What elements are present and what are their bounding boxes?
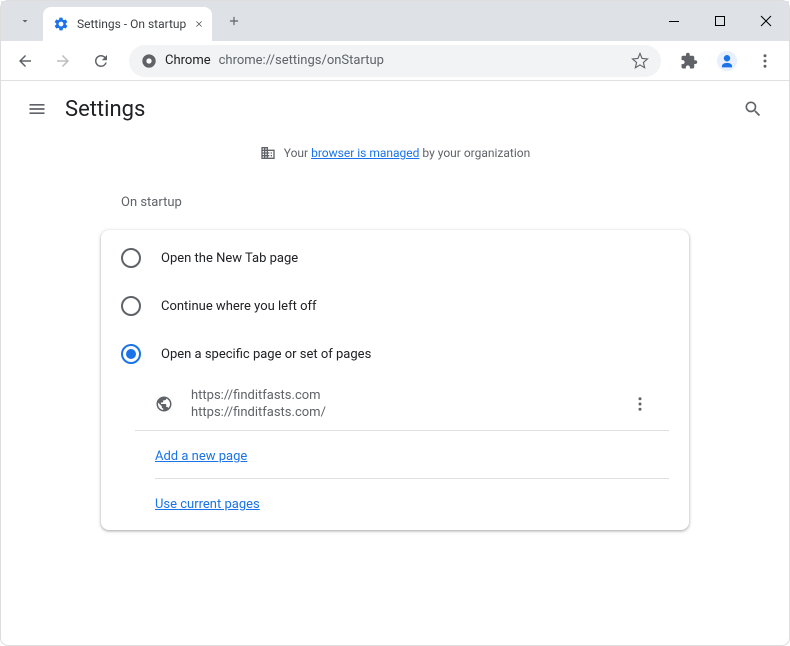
banner-prefix: Your — [284, 146, 308, 160]
menu-button[interactable] — [749, 45, 781, 77]
radio-label: Open a specific page or set of pages — [161, 347, 371, 362]
radio-label: Open the New Tab page — [161, 251, 298, 266]
profile-button[interactable] — [711, 45, 743, 77]
managed-banner: Your browser is managed by your organiza… — [101, 137, 689, 179]
close-icon — [760, 15, 772, 27]
globe-icon — [155, 395, 173, 413]
radio-input[interactable] — [121, 248, 141, 268]
radio-specific[interactable]: Open a specific page or set of pages — [101, 330, 689, 378]
new-tab-button[interactable] — [220, 7, 248, 35]
close-tab-button[interactable] — [194, 19, 204, 29]
tab-title: Settings - On startup — [77, 17, 186, 31]
close-icon — [194, 19, 204, 29]
reload-icon — [92, 52, 110, 70]
page-title: Settings — [65, 97, 145, 122]
omnibox-url: chrome://settings/onStartup — [219, 53, 384, 68]
star-icon — [631, 52, 649, 70]
plus-icon — [227, 14, 241, 28]
search-icon — [743, 99, 763, 119]
settings-menu-button[interactable] — [17, 89, 57, 129]
minimize-icon — [668, 15, 680, 27]
minimize-button[interactable] — [651, 1, 697, 41]
radio-label: Continue where you left off — [161, 299, 317, 314]
toolbar: Chrome chrome://settings/onStartup — [1, 41, 789, 81]
settings-header: Settings — [1, 81, 789, 137]
settings-content: Your browser is managed by your organiza… — [1, 137, 789, 550]
omnibox[interactable]: Chrome chrome://settings/onStartup — [129, 45, 661, 77]
gear-icon — [53, 16, 69, 32]
maximize-button[interactable] — [697, 1, 743, 41]
back-button[interactable] — [9, 45, 41, 77]
maximize-icon — [714, 15, 726, 27]
use-current-link[interactable]: Use current pages — [155, 497, 260, 512]
omnibox-label: Chrome — [165, 53, 211, 68]
section-title: On startup — [101, 179, 689, 230]
add-page-link[interactable]: Add a new page — [155, 449, 247, 464]
reload-button[interactable] — [85, 45, 117, 77]
arrow-left-icon — [16, 52, 34, 70]
add-page-row: Add a new page — [101, 431, 689, 478]
forward-button[interactable] — [47, 45, 79, 77]
radio-continue[interactable]: Continue where you left off — [101, 282, 689, 330]
startup-card: Open the New Tab page Continue where you… — [101, 230, 689, 530]
arrow-right-icon — [54, 52, 72, 70]
tab-search-dropdown[interactable] — [11, 7, 39, 35]
banner-suffix: by your organization — [422, 146, 530, 160]
domain-icon — [260, 145, 276, 161]
more-vertical-icon — [631, 395, 649, 413]
more-vertical-icon — [756, 52, 774, 70]
radio-input[interactable] — [121, 296, 141, 316]
window-controls — [651, 1, 789, 41]
page-title: https://finditfasts.com — [191, 388, 326, 403]
extensions-icon — [680, 52, 698, 70]
avatar-icon — [716, 50, 738, 72]
browser-tab[interactable]: Settings - On startup — [43, 7, 212, 41]
search-settings-button[interactable] — [733, 89, 773, 129]
page-more-button[interactable] — [631, 395, 649, 413]
chevron-down-icon — [19, 15, 31, 27]
hamburger-icon — [27, 99, 47, 119]
use-current-row: Use current pages — [101, 479, 689, 526]
managed-link[interactable]: browser is managed — [311, 146, 419, 160]
startup-page-entry: https://finditfasts.com https://finditfa… — [135, 378, 669, 431]
titlebar: Settings - On startup — [1, 1, 789, 41]
chrome-icon — [141, 53, 157, 69]
bookmark-button[interactable] — [631, 52, 649, 70]
radio-input[interactable] — [121, 344, 141, 364]
page-url: https://finditfasts.com/ — [191, 405, 326, 420]
close-window-button[interactable] — [743, 1, 789, 41]
radio-new-tab[interactable]: Open the New Tab page — [101, 234, 689, 282]
extensions-button[interactable] — [673, 45, 705, 77]
